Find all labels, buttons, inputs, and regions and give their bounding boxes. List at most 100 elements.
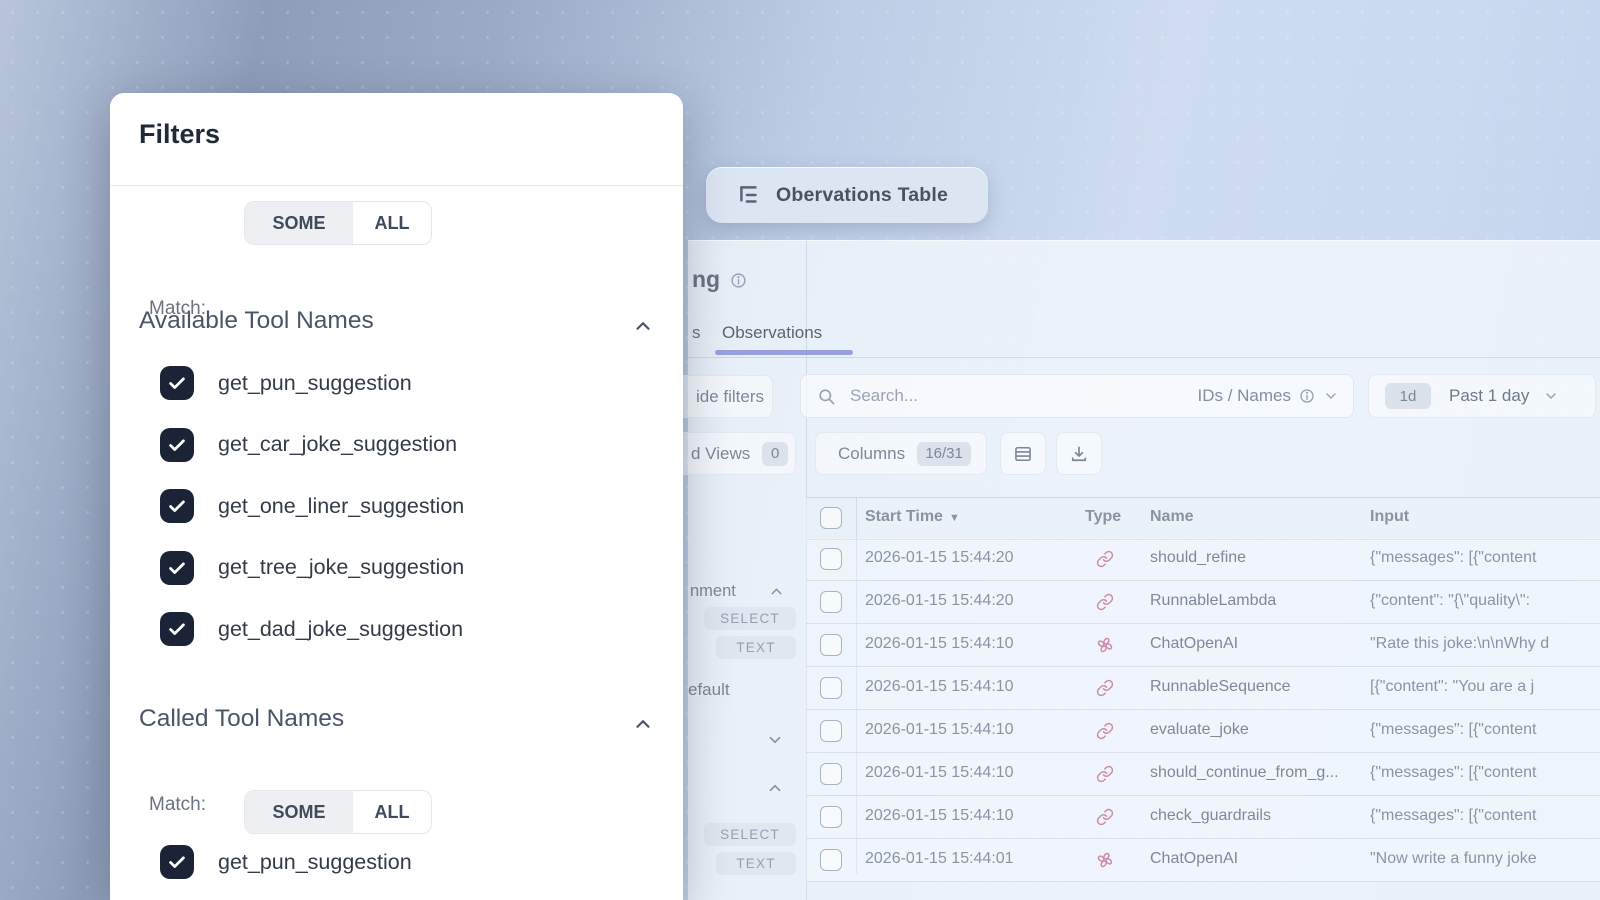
active-tab-underline xyxy=(715,350,853,355)
tool-name-label: get_pun_suggestion xyxy=(218,850,412,875)
saved-views-count-badge: 0 xyxy=(762,442,788,466)
checkbox-checked-icon[interactable] xyxy=(160,551,194,585)
chevron-up-icon xyxy=(632,713,654,735)
input-cell: {"messages": [{"content xyxy=(1370,549,1600,567)
type-cell xyxy=(1096,808,1114,831)
input-cell: {"messages": [{"content xyxy=(1370,807,1600,825)
table-row[interactable]: 2026-01-15 15:44:10evaluate_joke{"messag… xyxy=(806,710,1600,753)
type-cell xyxy=(1096,679,1114,702)
tool-filter-item: get_pun_suggestion xyxy=(160,366,412,400)
tool-name-label: get_one_liner_suggestion xyxy=(218,494,464,519)
tab-traces-fragment[interactable]: s xyxy=(692,323,701,343)
start-time-cell: 2026-01-15 15:44:10 xyxy=(865,764,1055,782)
chevron-up-icon xyxy=(632,315,654,337)
table-header-row: Start Time▼ Type Name Input xyxy=(806,497,1600,540)
search-input[interactable]: Search... IDs / Names xyxy=(800,374,1354,418)
checkbox-checked-icon[interactable] xyxy=(160,366,194,400)
input-cell: {"messages": [{"content xyxy=(1370,721,1600,739)
row-checkbox[interactable] xyxy=(820,720,842,742)
start-time-cell: 2026-01-15 15:44:10 xyxy=(865,807,1055,825)
table-row[interactable]: 2026-01-15 15:44:10RunnableSequence[{"co… xyxy=(806,667,1600,710)
column-header-start-time[interactable]: Start Time▼ xyxy=(865,508,960,526)
info-icon[interactable] xyxy=(730,272,747,294)
row-checkbox[interactable] xyxy=(820,849,842,871)
select-type-badge: SELECT xyxy=(704,607,796,630)
text-type-badge: TEXT xyxy=(716,636,796,659)
column-header-type[interactable]: Type xyxy=(1085,508,1121,526)
download-icon xyxy=(1069,444,1089,464)
table-row[interactable]: 2026-01-15 15:44:10ChatOpenAI"Rate this … xyxy=(806,624,1600,667)
row-height-button[interactable] xyxy=(1000,432,1046,475)
start-time-cell: 2026-01-15 15:44:20 xyxy=(865,549,1055,567)
drawer-divider xyxy=(110,185,683,186)
chevron-down-icon[interactable] xyxy=(766,731,784,749)
match-option-all[interactable]: ALL xyxy=(353,791,431,833)
match-toggle: SOME ALL xyxy=(244,201,432,245)
checkbox-checked-icon[interactable] xyxy=(160,612,194,646)
type-cell xyxy=(1096,722,1114,745)
row-checkbox[interactable] xyxy=(820,548,842,570)
collapse-section-button[interactable] xyxy=(632,713,654,740)
time-range-dropdown[interactable]: 1d Past 1 day xyxy=(1368,374,1596,418)
columns-button[interactable]: Columns 16/31 xyxy=(815,432,987,475)
chevron-down-icon xyxy=(1323,388,1339,404)
input-cell: {"content": "{\"quality\": xyxy=(1370,592,1600,610)
column-header-name[interactable]: Name xyxy=(1150,508,1194,526)
name-cell: ChatOpenAI xyxy=(1150,850,1358,868)
type-cell xyxy=(1096,851,1114,874)
tool-filter-item: get_dad_joke_suggestion xyxy=(160,612,463,646)
checkbox-checked-icon[interactable] xyxy=(160,489,194,523)
table-row[interactable]: 2026-01-15 15:44:10check_guardrails{"mes… xyxy=(806,796,1600,839)
match-option-all[interactable]: ALL xyxy=(353,202,431,244)
select-type-badge: SELECT xyxy=(704,823,796,846)
time-range-badge: 1d xyxy=(1385,383,1431,409)
tool-filter-item: get_tree_joke_suggestion xyxy=(160,551,464,585)
tool-name-label: get_car_joke_suggestion xyxy=(218,432,457,457)
collapse-section-button[interactable] xyxy=(632,315,654,342)
time-range-label: Past 1 day xyxy=(1449,386,1529,406)
observations-table-button[interactable]: Obervations Table xyxy=(706,167,988,223)
chevron-up-icon[interactable] xyxy=(766,779,784,797)
column-header-input[interactable]: Input xyxy=(1370,508,1409,526)
generation-icon xyxy=(1096,636,1114,654)
start-time-cell: 2026-01-15 15:44:20 xyxy=(865,592,1055,610)
export-button[interactable] xyxy=(1056,432,1102,475)
row-checkbox[interactable] xyxy=(820,591,842,613)
input-cell: [{"content": "You are a j xyxy=(1370,678,1600,696)
table-row[interactable]: 2026-01-15 15:44:20 RunnableLambda {"conte… xyxy=(806,581,1600,624)
table-row[interactable]: 2026-01-15 15:44:20should_refine{"messag… xyxy=(806,538,1600,581)
filters-title: Filters xyxy=(139,119,220,150)
match-option-some[interactable]: SOME xyxy=(245,202,353,244)
link-icon xyxy=(1096,593,1114,611)
search-scope-label: IDs / Names xyxy=(1197,386,1291,406)
input-cell: "Rate this joke:\n\nWhy d xyxy=(1370,635,1600,653)
saved-views-label: d Views xyxy=(691,444,750,464)
search-scope-dropdown[interactable]: IDs / Names xyxy=(1197,386,1339,406)
chevron-up-icon[interactable] xyxy=(768,583,785,600)
link-icon xyxy=(1096,679,1114,697)
start-time-cell: 2026-01-15 15:44:10 xyxy=(865,635,1055,653)
row-checkbox[interactable] xyxy=(820,677,842,699)
checkbox-checked-icon[interactable] xyxy=(160,845,194,879)
row-checkbox[interactable] xyxy=(820,763,842,785)
table-row[interactable]: 2026-01-15 15:44:10should_continue_from_… xyxy=(806,753,1600,796)
search-placeholder: Search... xyxy=(850,386,918,406)
link-icon xyxy=(1096,808,1114,826)
name-cell: RunnableLambda xyxy=(1150,592,1358,610)
tab-observations[interactable]: Observations xyxy=(722,323,822,343)
checkbox-checked-icon[interactable] xyxy=(160,428,194,462)
sort-desc-icon: ▼ xyxy=(949,512,960,524)
start-time-cell: 2026-01-15 15:44:10 xyxy=(865,678,1055,696)
start-time-cell: 2026-01-15 15:44:01 xyxy=(865,850,1055,868)
hide-filters-label: ide filters xyxy=(696,387,764,407)
link-icon xyxy=(1096,765,1114,783)
select-all-checkbox[interactable] xyxy=(820,507,842,529)
type-cell xyxy=(1096,550,1114,573)
row-checkbox[interactable] xyxy=(820,806,842,828)
match-option-some[interactable]: SOME xyxy=(245,791,353,833)
row-checkbox[interactable] xyxy=(820,634,842,656)
columns-count-badge: 16/31 xyxy=(917,442,971,466)
table-row[interactable]: 2026-01-15 15:44:01ChatOpenAI"Now write … xyxy=(806,839,1600,882)
match-toggle: SOME ALL xyxy=(244,790,432,834)
rows-icon xyxy=(1013,444,1033,464)
